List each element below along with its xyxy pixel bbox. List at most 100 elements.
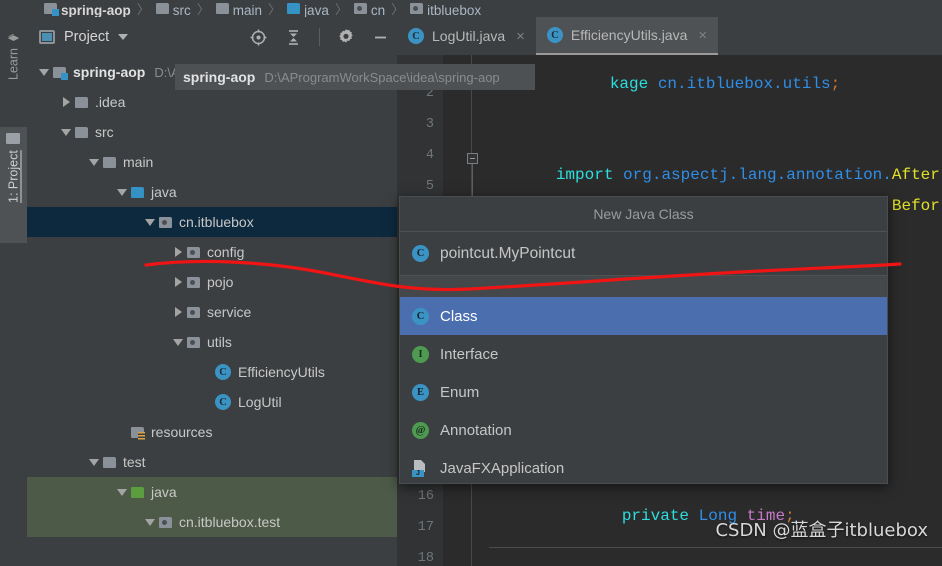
- tool-tab-label: 1: Project: [6, 150, 21, 203]
- expand-arrow-icon[interactable]: [169, 297, 187, 327]
- breadcrumb-label: main: [232, 3, 263, 17]
- tree-row-efficiencyutils[interactable]: C EfficiencyUtils: [27, 357, 397, 387]
- new-java-class-popup: New Java Class C pointcut.MyPointcut C C…: [399, 196, 888, 484]
- code-semicolon: ;: [830, 75, 841, 93]
- tree-row-label: LogUtil: [238, 394, 282, 410]
- tree-row-label: cn.itbluebox.test: [179, 514, 281, 530]
- tree-row-resources[interactable]: resources: [27, 417, 397, 447]
- folder-icon: [103, 456, 116, 468]
- expand-arrow-icon[interactable]: [57, 117, 75, 147]
- java-class-icon: C: [215, 364, 231, 380]
- breadcrumb-item-java[interactable]: java: [287, 0, 329, 17]
- tree-row-main[interactable]: main: [27, 147, 397, 177]
- breadcrumb-label: src: [172, 3, 191, 17]
- tree-row-logutil[interactable]: C LogUtil: [27, 387, 397, 417]
- annotation-icon: @: [412, 421, 429, 439]
- interface-icon: I: [412, 345, 429, 363]
- close-icon[interactable]: ×: [698, 27, 707, 44]
- tree-row-utils[interactable]: utils: [27, 327, 397, 357]
- tree-row-java[interactable]: java: [27, 177, 397, 207]
- tree-row-config[interactable]: config: [27, 237, 397, 267]
- code-keyword: private: [621, 507, 690, 525]
- tool-tab-project[interactable]: 1: Project: [0, 127, 27, 243]
- tool-tab-label: Learn: [6, 48, 21, 80]
- breadcrumb-item-cn[interactable]: cn: [353, 0, 385, 17]
- toolbar-divider: [319, 28, 320, 46]
- project-title-dropdown[interactable]: Project: [39, 29, 129, 45]
- class-name-input[interactable]: C pointcut.MyPointcut: [400, 232, 887, 276]
- tab-logutil-java[interactable]: C LogUtil.java ×: [397, 17, 536, 55]
- collapse-all-icon[interactable]: [285, 29, 302, 46]
- tree-row-label: resources: [151, 424, 213, 440]
- folder-icon: [215, 3, 229, 14]
- gear-icon[interactable]: [337, 28, 355, 46]
- module-folder-icon: [53, 66, 68, 80]
- expand-arrow-icon[interactable]: [85, 447, 103, 477]
- popup-item-class[interactable]: C Class: [400, 297, 887, 335]
- folder-icon: [75, 126, 88, 138]
- module-folder-icon: [44, 3, 59, 16]
- tree-row-label: java: [151, 184, 177, 200]
- class-icon: C: [412, 307, 429, 325]
- popup-item-javafxapplication[interactable]: J JavaFXApplication: [400, 449, 887, 487]
- tree-row-test-java[interactable]: java: [27, 477, 397, 507]
- popup-item-interface[interactable]: I Interface: [400, 335, 887, 373]
- tooltip-module-name: spring-aop: [183, 69, 256, 85]
- breadcrumb-item-itbluebox[interactable]: itbluebox: [410, 0, 481, 17]
- package-folder-icon: [159, 516, 172, 528]
- tree-row-idea[interactable]: .idea: [27, 87, 397, 117]
- fold-marker-icon[interactable]: [467, 153, 478, 164]
- line-number: 3: [425, 117, 434, 132]
- tree-row-label: spring-aop: [73, 64, 146, 80]
- left-tool-strip: Learn 1: Project: [0, 17, 27, 566]
- breadcrumb-separator: 〉: [268, 2, 282, 17]
- tree-row-label: main: [123, 154, 154, 170]
- tree-row-label: service: [207, 304, 252, 320]
- tree-row-cn-itbluebox[interactable]: cn.itbluebox: [27, 207, 397, 237]
- expand-arrow-icon[interactable]: [141, 507, 159, 537]
- tree-row-test[interactable]: test: [27, 447, 397, 477]
- expand-arrow-icon[interactable]: [169, 327, 187, 357]
- expand-arrow-icon[interactable]: [169, 237, 187, 267]
- test-source-folder-icon: [131, 486, 144, 498]
- package-folder-icon: [187, 336, 200, 348]
- tree-row-service[interactable]: service: [27, 297, 397, 327]
- breadcrumb-item-main[interactable]: main: [215, 0, 263, 17]
- popup-item-annotation[interactable]: @ Annotation: [400, 411, 887, 449]
- source-folder-icon: [287, 3, 301, 14]
- tool-tab-learn[interactable]: Learn: [0, 25, 27, 117]
- project-tree[interactable]: spring-aop D:\AProgramWorkSpace\idea\spr…: [27, 57, 397, 566]
- breadcrumb-separator: 〉: [136, 2, 150, 17]
- fold-region-line: [472, 164, 473, 198]
- minimize-icon[interactable]: [372, 29, 389, 46]
- expand-arrow-icon[interactable]: [113, 177, 131, 207]
- java-class-icon: C: [546, 27, 563, 43]
- line-number: 18: [417, 551, 434, 566]
- expand-arrow-icon[interactable]: [169, 267, 187, 297]
- source-folder-icon: [131, 186, 144, 198]
- popup-item-enum[interactable]: E Enum: [400, 373, 887, 411]
- popup-separator: [400, 276, 887, 297]
- expand-arrow-icon[interactable]: [113, 477, 131, 507]
- tree-row-src[interactable]: src: [27, 117, 397, 147]
- locate-icon[interactable]: [249, 28, 268, 47]
- project-toolbar: Project: [27, 17, 397, 57]
- expand-arrow-icon[interactable]: [141, 207, 159, 237]
- breadcrumb-separator: 〉: [196, 2, 210, 17]
- tree-row-pojo[interactable]: pojo: [27, 267, 397, 297]
- close-icon[interactable]: ×: [516, 28, 525, 45]
- breadcrumb-item-spring-aop[interactable]: spring-aop: [44, 0, 131, 17]
- tree-row-label: pojo: [207, 274, 234, 290]
- folder-icon: [75, 96, 88, 108]
- breadcrumb-item-src[interactable]: src: [155, 0, 191, 17]
- tree-row-cn-itbluebox-test[interactable]: cn.itbluebox.test: [27, 507, 397, 537]
- expand-arrow-icon[interactable]: [85, 147, 103, 177]
- popup-item-label: JavaFXApplication: [440, 459, 565, 477]
- tab-efficiencyutils-java[interactable]: C EfficiencyUtils.java ×: [535, 17, 719, 55]
- folder-icon: [6, 133, 21, 144]
- expand-arrow-icon[interactable]: [57, 87, 75, 117]
- ide-window: spring-aop 〉 src 〉 main 〉 java 〉 cn 〉 it…: [0, 0, 942, 566]
- graduation-cap-icon: [7, 33, 20, 41]
- expand-arrow-icon[interactable]: [35, 57, 53, 87]
- enum-icon: E: [412, 383, 429, 401]
